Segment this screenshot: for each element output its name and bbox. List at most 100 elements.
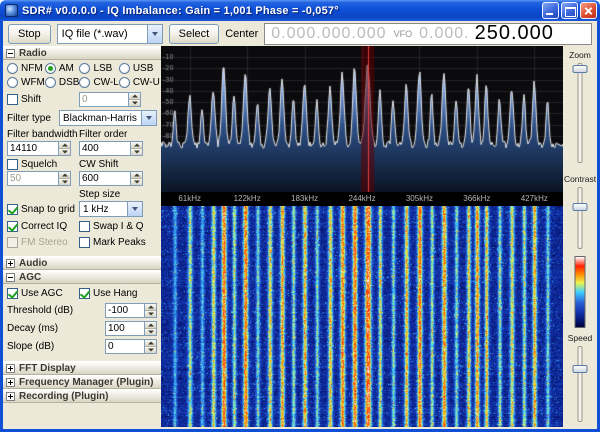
shift-checkbox[interactable]: Shift — [7, 94, 79, 105]
squelch-input[interactable]: 50 — [7, 171, 71, 186]
cw-shift-label: CW Shift — [79, 159, 118, 170]
collapse-icon[interactable] — [6, 49, 15, 58]
mode-label: CW-U — [133, 77, 160, 88]
expand-icon[interactable] — [6, 392, 15, 401]
correct-iq-checkbox[interactable]: Correct IQ — [7, 221, 79, 232]
spinner-icon[interactable] — [58, 172, 70, 185]
radio-icon — [119, 63, 130, 74]
window-title: SDR# v0.0.0.0 - IQ Imbalance: Gain = 1,0… — [22, 5, 538, 17]
expand-icon[interactable] — [6, 378, 15, 387]
speed-label: Speed — [563, 333, 597, 343]
snap-to-grid-checkbox[interactable]: Snap to grid — [7, 204, 79, 215]
swap-iq-checkbox[interactable]: Swap I & Q — [79, 221, 144, 232]
mode-option-nfm[interactable]: NFM — [7, 63, 45, 74]
source-select-value: IQ file (*.wav) — [58, 28, 147, 40]
mark-peaks-label: Mark Peaks — [93, 237, 146, 248]
spinner-icon[interactable] — [144, 322, 156, 335]
filter-order-input[interactable]: 400 — [79, 141, 143, 156]
use-agc-checkbox[interactable]: Use AGC — [7, 288, 79, 299]
spinner-icon[interactable] — [130, 142, 142, 155]
radio-panel: NFM AM LSB USB WFM DSB CW-L CW-U Shift 0 Filter… — [3, 60, 161, 256]
shift-label: Shift — [21, 94, 41, 105]
shift-input[interactable]: 0 — [79, 92, 141, 107]
mode-label: CW-L — [93, 77, 118, 88]
section-header-recording[interactable]: Recording (Plugin) — [3, 389, 161, 403]
zoom-slider-thumb[interactable] — [573, 65, 588, 73]
expand-icon[interactable] — [6, 364, 15, 373]
freq-axis-label: 122kHz — [234, 194, 261, 203]
spinner-icon[interactable] — [58, 142, 70, 155]
section-title: Audio — [19, 258, 47, 269]
mode-label: LSB — [93, 63, 112, 74]
threshold-label: Threshold (dB) — [7, 305, 105, 316]
waterfall-display[interactable] — [161, 206, 563, 427]
zoom-slider[interactable] — [571, 63, 589, 163]
close-button[interactable] — [580, 2, 597, 19]
filter-type-value: Blackman-Harris — [60, 113, 141, 124]
client-area: Stop IQ file (*.wav) Select Center 0.000… — [0, 21, 600, 432]
mode-option-cw-u[interactable]: CW-U — [119, 77, 160, 88]
source-select[interactable]: IQ file (*.wav) — [57, 24, 163, 44]
fm-stereo-checkbox: FM Stereo — [7, 237, 79, 248]
frequency-axis: 61kHz 122kHz 183kHz 244kHz 305kHz 366kHz 427kH… — [161, 192, 563, 206]
select-button[interactable]: Select — [169, 24, 220, 44]
filter-type-select[interactable]: Blackman-Harris — [59, 110, 157, 126]
section-header-radio[interactable]: Radio — [3, 46, 161, 60]
spinner-icon[interactable] — [144, 340, 156, 353]
use-hang-checkbox[interactable]: Use Hang — [79, 288, 137, 299]
step-size-select[interactable]: 1 kHz — [79, 201, 143, 217]
speed-slider-thumb[interactable] — [573, 365, 588, 373]
frequency-display[interactable]: 0.000.000.000 VFO 0.000. 250.000 — [264, 23, 592, 45]
mode-option-am[interactable]: AM — [45, 63, 80, 74]
mode-option-usb[interactable]: USB — [119, 63, 160, 74]
mode-option-cw-l[interactable]: CW-L — [79, 77, 118, 88]
slope-input[interactable]: 0 — [105, 339, 157, 354]
waterfall-colorbar — [575, 256, 586, 328]
step-size-value: 1 kHz — [80, 204, 127, 215]
mode-label: WFM — [21, 77, 45, 88]
mark-peaks-checkbox[interactable]: Mark Peaks — [79, 237, 146, 248]
section-header-frequency-manager[interactable]: Frequency Manager (Plugin) — [3, 375, 161, 389]
chevron-down-icon[interactable] — [127, 202, 142, 216]
mode-option-lsb[interactable]: LSB — [79, 63, 118, 74]
speed-slider[interactable] — [571, 346, 589, 422]
decay-label: Decay (ms) — [7, 323, 105, 334]
squelch-checkbox[interactable]: Squelch — [7, 159, 79, 170]
chevron-down-icon[interactable] — [141, 111, 156, 125]
fm-stereo-label: FM Stereo — [21, 237, 68, 248]
radio-icon — [45, 77, 56, 88]
spectrum-display[interactable] — [161, 46, 563, 192]
section-header-audio[interactable]: Audio — [3, 256, 161, 270]
section-header-fft-display[interactable]: FFT Display — [3, 361, 161, 375]
contrast-slider-thumb[interactable] — [573, 203, 588, 211]
mode-label: NFM — [21, 63, 43, 74]
chevron-down-icon[interactable] — [147, 25, 162, 43]
swap-iq-label: Swap I & Q — [93, 221, 144, 232]
maximize-button[interactable] — [561, 2, 578, 19]
vfo-label: VFO — [394, 29, 413, 39]
section-title: Recording (Plugin) — [19, 391, 108, 402]
threshold-input[interactable]: -100 — [105, 303, 157, 318]
mode-option-wfm[interactable]: WFM — [7, 77, 45, 88]
cw-shift-input[interactable]: 600 — [79, 171, 143, 186]
collapse-icon[interactable] — [6, 273, 15, 282]
decay-input[interactable]: 100 — [105, 321, 157, 336]
section-header-agc[interactable]: AGC — [3, 270, 161, 284]
spinner-icon[interactable] — [130, 172, 142, 185]
filter-bandwidth-input[interactable]: 14110 — [7, 141, 71, 156]
app-icon — [5, 4, 18, 17]
radio-icon — [7, 77, 18, 88]
section-title: FFT Display — [19, 363, 76, 374]
mode-option-dsb[interactable]: DSB — [45, 77, 80, 88]
vfo-frequency-value[interactable]: 250.000 — [475, 23, 554, 45]
display-area: 61kHz 122kHz 183kHz 244kHz 305kHz 366kHz 427kH… — [161, 46, 563, 427]
expand-icon[interactable] — [6, 259, 15, 268]
contrast-slider[interactable] — [571, 187, 589, 249]
minimize-button[interactable] — [542, 2, 559, 19]
toolbar: Stop IQ file (*.wav) Select Center 0.000… — [3, 21, 597, 46]
spinner-icon[interactable] — [128, 93, 140, 106]
spinner-icon[interactable] — [144, 304, 156, 317]
stop-button[interactable]: Stop — [8, 24, 51, 44]
checkbox-icon — [7, 221, 18, 232]
titlebar[interactable]: SDR# v0.0.0.0 - IQ Imbalance: Gain = 1,0… — [0, 0, 600, 21]
